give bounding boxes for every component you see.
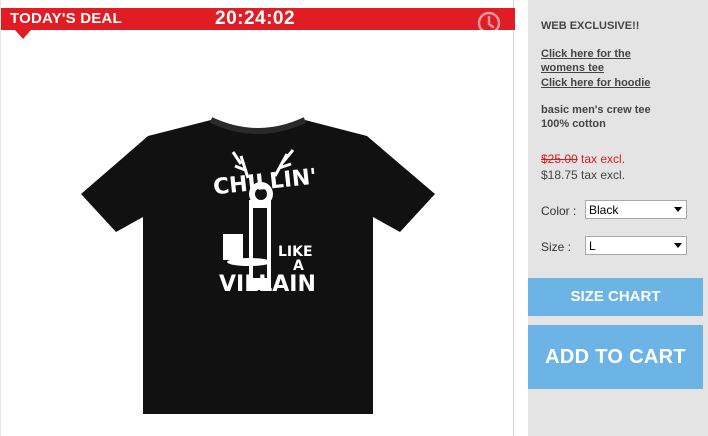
hoodie-link[interactable]: Click here for hoodie — [541, 76, 650, 90]
size-select[interactable]: L — [585, 236, 687, 255]
original-price: $25.00 tax excl. — [541, 152, 625, 166]
dropdown-arrow-icon — [674, 243, 682, 248]
dropdown-arrow-icon — [674, 207, 682, 212]
color-select-value: Black — [589, 203, 619, 217]
clock-icon — [477, 11, 501, 35]
add-to-cart-button[interactable]: ADD TO CART — [528, 325, 703, 389]
product-description: basic men's crew tee — [541, 104, 651, 116]
size-select-value: L — [589, 239, 596, 253]
product-panel: TODAY'S DEAL 20:24:02 CHILLIN' LIKE A VI… — [0, 0, 515, 436]
sale-price: $18.75 tax excl. — [541, 168, 626, 182]
product-image[interactable]: CHILLIN' LIKE A VILLAIN — [73, 112, 443, 422]
tshirt-graphic — [81, 117, 435, 414]
product-material: 100% cotton — [541, 118, 606, 130]
shirt-text-line4: VILLAIN — [219, 272, 316, 297]
options-panel: WEB EXCLUSIVE!! Click here for the women… — [528, 0, 708, 436]
color-select[interactable]: Black — [585, 200, 687, 219]
size-label: Size : — [541, 240, 572, 254]
color-label: Color : — [541, 204, 577, 218]
womens-tee-link[interactable]: Click here for the womens tee — [541, 47, 661, 75]
size-chart-button[interactable]: SIZE CHART — [528, 278, 703, 316]
original-price-suffix: tax excl. — [577, 152, 626, 166]
todays-deal-bar: TODAY'S DEAL 20:24:02 — [1, 8, 515, 35]
web-exclusive-label: WEB EXCLUSIVE!! — [541, 20, 640, 32]
deal-bar-notch — [15, 30, 31, 39]
original-price-amount: $25.00 — [541, 152, 578, 166]
todays-deal-label: TODAY'S DEAL — [10, 10, 122, 27]
deal-timer: 20:24:02 — [215, 8, 296, 29]
